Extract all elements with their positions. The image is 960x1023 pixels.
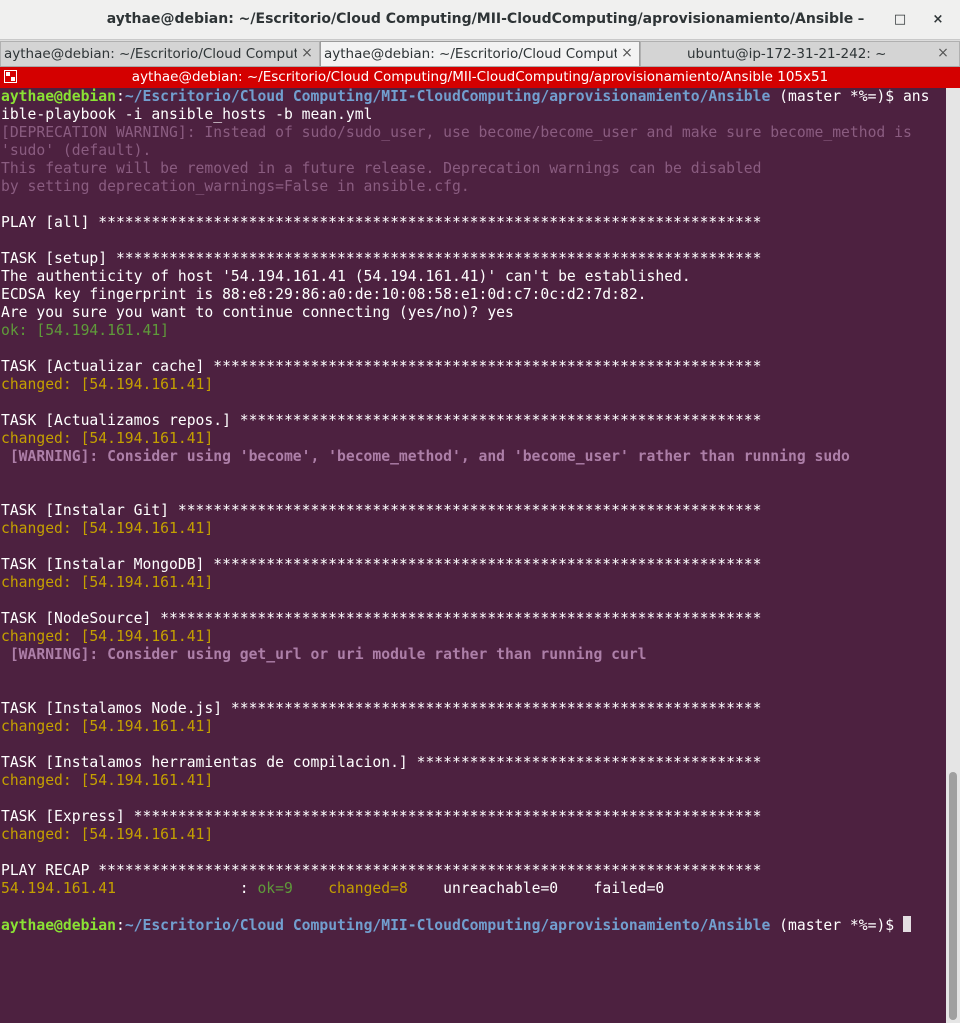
terminal-title: aythae@debian: ~/Escritorio/Cloud Comput… — [131, 69, 829, 85]
deprecation-warning: This feature will be removed in a future… — [1, 160, 762, 177]
task-warning: [WARNING]: Consider using get_url or uri… — [1, 646, 647, 663]
recap-failed: failed=0 — [593, 880, 665, 897]
task-result-changed: changed: [54.194.161.41] — [1, 628, 214, 645]
minimize-button[interactable]: – — [851, 10, 871, 30]
recap-line: PLAY RECAP *****************************… — [1, 862, 762, 879]
prompt-line: aythae@debian:~/Escritorio/Cloud Computi… — [1, 88, 930, 106]
auth-line: Are you sure you want to continue connec… — [1, 304, 514, 321]
tab-bar: aythae@debian: ~/Escritorio/Cloud Comput… — [0, 40, 960, 67]
prompt-separator: : — [115, 88, 125, 105]
deprecation-warning: 'sudo' (default). — [1, 142, 152, 159]
scrollbar-thumb[interactable] — [949, 772, 957, 1020]
recap-ok: ok=9 — [257, 880, 293, 897]
task-line: TASK [Actualizamos repos.] *************… — [1, 412, 762, 429]
tab-label: aythae@debian: ~/Escritorio/Cloud Comput… — [4, 46, 297, 62]
play-line: PLAY [all] *****************************… — [1, 214, 762, 231]
recap-host-line: 54.194.161.41 : ok=9 changed=8 unreachab… — [1, 880, 664, 898]
terminal-scrollbar[interactable] — [946, 88, 960, 1023]
prompt-path: ~/Escritorio/Cloud Computing/MII-CloudCo… — [124, 917, 771, 934]
deprecation-warning: [DEPRECATION WARNING]: Instead of sudo/s… — [1, 124, 912, 141]
tab-terminal-3[interactable]: ubuntu@ip-172-31-21-242: ~ × — [640, 41, 960, 66]
prompt-user: aythae@debian — [1, 917, 116, 934]
window-title: aythae@debian: ~/Escritorio/Cloud Comput… — [106, 11, 854, 27]
task-result-changed: changed: [54.194.161.41] — [1, 520, 214, 537]
window-titlebar[interactable]: aythae@debian: ~/Escritorio/Cloud Comput… — [0, 0, 960, 40]
task-result-changed: changed: [54.194.161.41] — [1, 772, 214, 789]
task-result-changed: changed: [54.194.161.41] — [1, 574, 214, 591]
prompt-user: aythae@debian — [1, 88, 116, 105]
task-line: TASK [Instalar Git] ********************… — [1, 502, 762, 519]
text-cursor — [902, 916, 911, 932]
task-result-changed: changed: [54.194.161.41] — [1, 718, 214, 735]
tab-terminal-1[interactable]: aythae@debian: ~/Escritorio/Cloud Comput… — [0, 41, 320, 66]
tab-close-icon[interactable]: × — [299, 45, 315, 61]
command-text: ible-playbook -i ansible_hosts -b mean.y… — [1, 106, 373, 123]
recap-host: 54.194.161.41 — [1, 880, 116, 897]
maximize-button[interactable]: □ — [890, 10, 910, 30]
task-line: TASK [Express] *************************… — [1, 808, 762, 825]
terminal-header: aythae@debian: ~/Escritorio/Cloud Comput… — [0, 67, 960, 88]
close-window-button[interactable]: × — [928, 10, 948, 30]
task-result-ok: ok: [54.194.161.41] — [1, 322, 170, 339]
recap-separator: : — [115, 880, 258, 897]
tab-close-icon[interactable]: × — [619, 45, 635, 61]
task-line: TASK [Instalar MongoDB] ****************… — [1, 556, 762, 573]
prompt-line: aythae@debian:~/Escritorio/Cloud Computi… — [1, 916, 911, 934]
task-result-changed: changed: [54.194.161.41] — [1, 826, 214, 843]
deprecation-warning: by setting deprecation_warnings=False in… — [1, 178, 470, 195]
task-result-changed: changed: [54.194.161.41] — [1, 376, 214, 393]
tab-label: aythae@debian: ~/Escritorio/Cloud Comput… — [324, 46, 617, 62]
recap-changed: changed=8 — [328, 880, 408, 897]
prompt-git: (master *%=)$ — [770, 917, 903, 934]
task-warning: [WARNING]: Consider using 'become', 'bec… — [1, 448, 850, 465]
task-line: TASK [setup] ***************************… — [1, 250, 762, 267]
prompt-path: ~/Escritorio/Cloud Computing/MII-CloudCo… — [124, 88, 771, 105]
task-line: TASK [Instalamos Node.js] **************… — [1, 700, 762, 717]
prompt-git: (master *%=)$ — [770, 88, 903, 105]
tab-close-icon[interactable]: × — [935, 45, 951, 61]
auth-line: ECDSA key fingerprint is 88:e8:29:86:a0:… — [1, 286, 647, 303]
command-text: ans — [902, 88, 930, 105]
auth-line: The authenticity of host '54.194.161.41 … — [1, 268, 691, 285]
prompt-separator: : — [115, 917, 125, 934]
task-line: TASK [Instalamos herramientas de compila… — [1, 754, 762, 771]
task-line: TASK [Actualizar cache] ****************… — [1, 358, 762, 375]
terminal-output[interactable]: aythae@debian:~/Escritorio/Cloud Computi… — [0, 88, 946, 1023]
tab-terminal-2[interactable]: aythae@debian: ~/Escritorio/Cloud Comput… — [320, 41, 640, 66]
tab-label: ubuntu@ip-172-31-21-242: ~ — [687, 46, 887, 62]
recap-unreachable: unreachable=0 — [443, 880, 559, 897]
task-line: TASK [NodeSource] **********************… — [1, 610, 762, 627]
task-result-changed: changed: [54.194.161.41] — [1, 430, 214, 447]
